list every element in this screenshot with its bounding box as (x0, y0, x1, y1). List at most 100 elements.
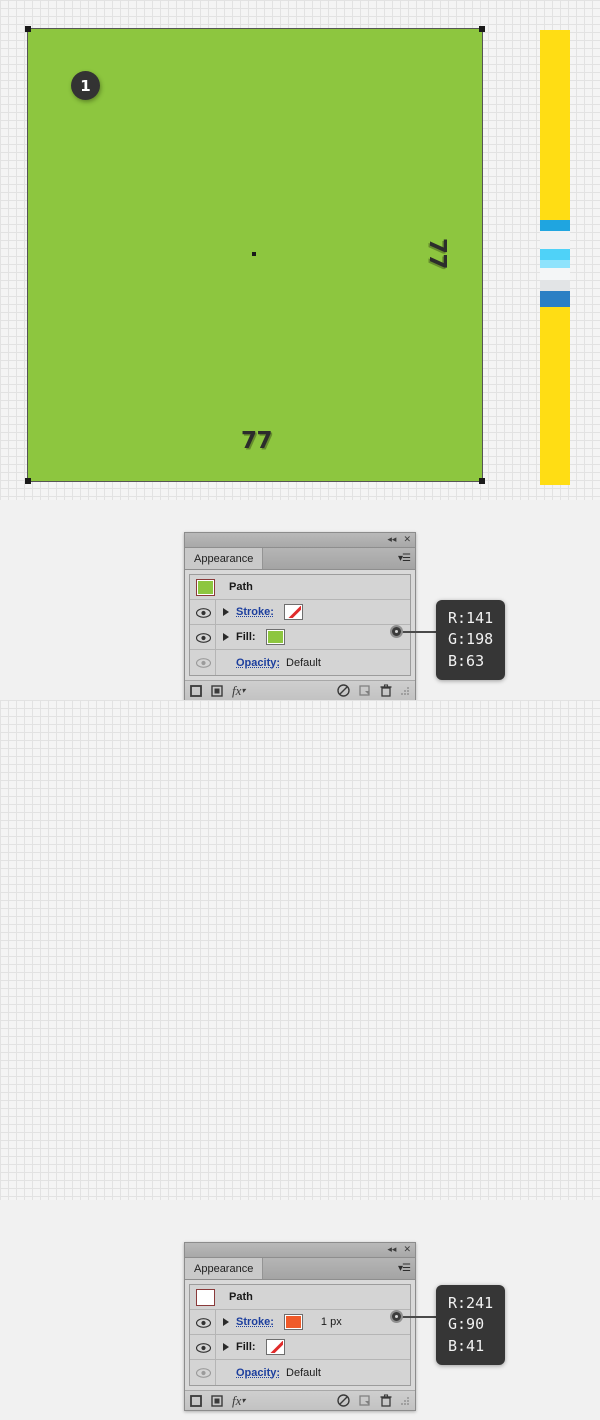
visibility-toggle-opacity (190, 650, 216, 675)
panel-tab-row-2[interactable]: Appearance ▾☰ (185, 1258, 415, 1280)
visibility-toggle-stroke[interactable] (190, 600, 216, 624)
width-dimension-label-1: 77 (241, 428, 273, 454)
panel-body-1: Path Stroke: Fill: Opacity: Default (185, 570, 415, 680)
expand-toggle-fill[interactable] (216, 633, 236, 641)
opacity-value[interactable]: Default (286, 1367, 321, 1379)
close-icon[interactable]: ✕ (403, 535, 411, 545)
visibility-toggle-fill[interactable] (190, 625, 216, 649)
new-fill-icon[interactable] (211, 684, 223, 697)
stroke-color-swatch[interactable] (283, 604, 303, 620)
callout-red-value: R:141 (448, 609, 494, 627)
appearance-rows-1: Path Stroke: Fill: Opacity: Default (189, 574, 411, 676)
add-effect-fx-icon[interactable]: fx ▾ (232, 1394, 245, 1407)
trash-icon[interactable] (380, 1394, 392, 1407)
selection-handle-top-right[interactable] (479, 26, 485, 32)
expand-toggle-fill[interactable] (216, 1343, 236, 1351)
tab-appearance-label: Appearance (194, 1262, 254, 1275)
panel-footer-2[interactable]: fx ▾ (185, 1390, 415, 1410)
fill-row-label: Fill: (236, 631, 256, 643)
opacity-row-label[interactable]: Opacity: (236, 1367, 280, 1379)
resize-grip-icon[interactable] (401, 1396, 410, 1405)
trash-icon[interactable] (380, 684, 392, 697)
panel-body-2: Path Stroke: 1 px Fill: Opacity: Default (185, 1280, 415, 1390)
panel-options-menu-icon[interactable]: ▾☰ (396, 1258, 415, 1279)
callout-green-value: G:90 (448, 1315, 485, 1334)
target-thumbnail-swatch[interactable] (196, 578, 215, 596)
artboard-step-1[interactable]: 1 77 77 (0, 0, 600, 500)
appearance-row-stroke[interactable]: Stroke: 1 px (190, 1310, 410, 1335)
color-strip-1 (540, 30, 570, 485)
selection-handle-top-left[interactable] (25, 26, 31, 32)
clear-appearance-icon[interactable] (337, 1394, 350, 1407)
stroke-weight-value[interactable]: 1 px (321, 1316, 342, 1328)
tab-appearance[interactable]: Appearance (185, 548, 264, 569)
callout-leader-line-1 (402, 631, 440, 633)
target-label: Path (229, 581, 253, 593)
tab-row-filler (263, 1258, 396, 1279)
chevron-right-icon (223, 1343, 229, 1351)
new-stroke-icon[interactable] (190, 684, 202, 697)
eye-icon (195, 1317, 211, 1328)
clear-appearance-icon[interactable] (337, 684, 350, 697)
appearance-panel-2[interactable]: ◂◂ ✕ Appearance ▾☰ Path Stroke: 1 px Fil… (184, 1242, 416, 1411)
collapse-to-icons-icon[interactable]: ◂◂ (387, 535, 396, 545)
tab-appearance-label: Appearance (194, 552, 254, 565)
collapse-to-icons-icon[interactable]: ◂◂ (387, 1245, 396, 1255)
duplicate-item-icon[interactable] (359, 1394, 371, 1407)
close-icon[interactable]: ✕ (403, 1245, 411, 1255)
appearance-row-fill[interactable]: Fill: (190, 1335, 410, 1360)
new-stroke-icon[interactable] (190, 1394, 202, 1407)
resize-grip-icon[interactable] (401, 686, 410, 695)
opacity-value[interactable]: Default (286, 657, 321, 669)
panel-titlebar-2[interactable]: ◂◂ ✕ (185, 1243, 415, 1258)
artboard-step-2[interactable]: 2 40 40 (0, 700, 600, 1200)
strip-band-1 (540, 220, 570, 231)
target-thumbnail-swatch[interactable] (196, 1288, 215, 1306)
step-badge-1: 1 (71, 71, 100, 100)
tab-appearance[interactable]: Appearance (185, 1258, 264, 1279)
callout-green-value: G:198 (448, 630, 494, 649)
selection-handle-bottom-left[interactable] (25, 478, 31, 484)
appearance-row-opacity[interactable]: Opacity: Default (190, 650, 410, 675)
panel-titlebar-1[interactable]: ◂◂ ✕ (185, 533, 415, 548)
add-effect-fx-icon[interactable]: fx ▾ (232, 684, 245, 697)
no-color-swatch-icon (267, 1341, 283, 1353)
duplicate-item-icon[interactable] (359, 684, 371, 697)
chevron-right-icon (223, 1318, 229, 1326)
opacity-row-label[interactable]: Opacity: (236, 657, 280, 669)
height-dimension-label-1: 77 (424, 238, 450, 270)
callout-red-value: R:241 (448, 1294, 494, 1312)
strip-band-4 (540, 260, 570, 268)
chevron-right-icon (223, 608, 229, 616)
stroke-row-label[interactable]: Stroke: (236, 1316, 274, 1328)
new-fill-icon[interactable] (211, 1394, 223, 1407)
panel-tab-row-1[interactable]: Appearance ▾☰ (185, 548, 415, 570)
fill-swatch-color (267, 631, 283, 643)
expand-toggle-stroke[interactable] (216, 1318, 236, 1326)
appearance-row-fill[interactable]: Fill: (190, 625, 410, 650)
callout-leader-line-2 (402, 1316, 440, 1318)
expand-toggle-stroke[interactable] (216, 608, 236, 616)
stroke-row-label[interactable]: Stroke: (236, 606, 274, 618)
eye-icon (195, 632, 211, 643)
appearance-panel-1[interactable]: ◂◂ ✕ Appearance ▾☰ Path Stroke: Fill: Op… (184, 532, 416, 701)
appearance-row-stroke[interactable]: Stroke: (190, 600, 410, 625)
visibility-toggle-stroke[interactable] (190, 1310, 216, 1334)
rgb-callout-2: R:241 G:90 B:41 (436, 1285, 506, 1365)
selection-handle-bottom-right[interactable] (479, 478, 485, 484)
appearance-row-opacity[interactable]: Opacity: Default (190, 1360, 410, 1385)
strip-band-2 (540, 231, 570, 249)
rgb-callout-1: R:141 G:198 B:63 (436, 600, 506, 680)
appearance-target-row-1[interactable]: Path (190, 575, 410, 600)
fill-color-swatch[interactable] (265, 629, 285, 645)
shape-center-point (252, 252, 256, 256)
tab-row-filler (263, 548, 396, 569)
fill-color-swatch[interactable] (265, 1339, 285, 1355)
eye-icon (195, 607, 211, 618)
panel-options-menu-icon[interactable]: ▾☰ (396, 548, 415, 569)
visibility-toggle-fill[interactable] (190, 1335, 216, 1359)
appearance-target-row-2[interactable]: Path (190, 1285, 410, 1310)
stroke-color-swatch[interactable] (283, 1314, 303, 1330)
strip-band-7 (540, 291, 570, 307)
panel-footer-1[interactable]: fx ▾ (185, 680, 415, 700)
